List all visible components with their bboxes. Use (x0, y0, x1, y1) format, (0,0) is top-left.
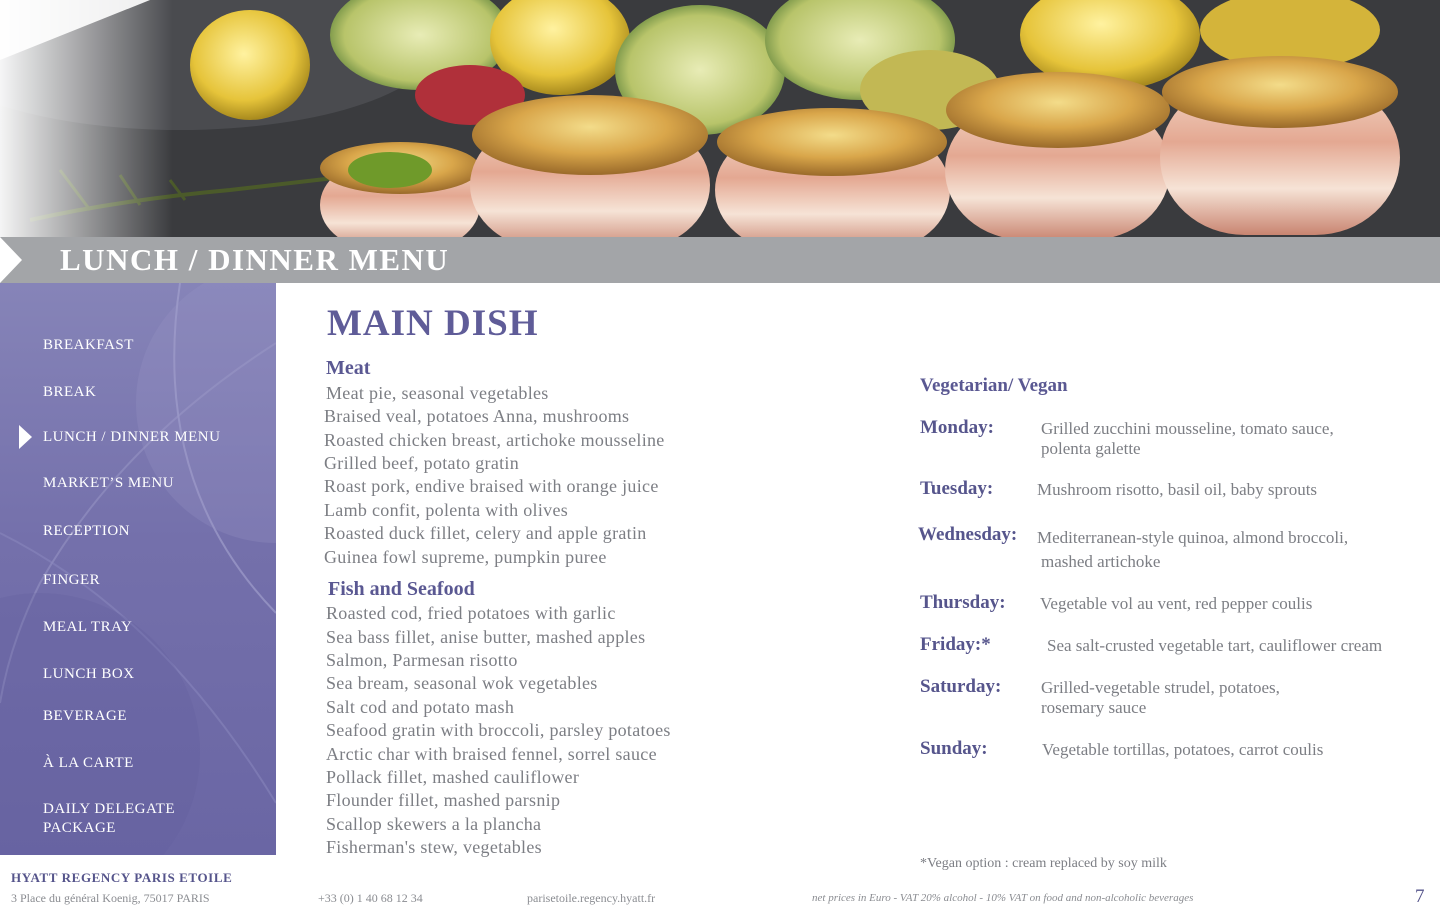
hotel-address: 3 Place du général Koenig, 75017 PARIS (11, 891, 210, 905)
sidebar-item-lunch-dinner-menu[interactable]: LUNCH / DINNER MENU (43, 428, 220, 447)
veg-dish-saturday: Grilled-vegetable strudel, potatoes, ros… (1041, 678, 1280, 718)
sidebar-item-meal-tray[interactable]: MEAL TRAY (43, 618, 132, 637)
vegan-footnote: *Vegan option : cream replaced by soy mi… (920, 856, 1167, 871)
sidebar-item-break[interactable]: BREAK (43, 383, 96, 402)
veg-dish-sunday: Vegetable tortillas, potatoes, carrot co… (1042, 740, 1324, 759)
veg-dish-friday: Sea salt-crusted vegetable tart, caulifl… (1047, 636, 1383, 655)
day-saturday: Saturday: (920, 676, 1002, 697)
list-item: Roasted duck fillet, celery and apple gr… (324, 523, 647, 543)
veg-dish-line: polenta galette (1041, 439, 1141, 458)
day-tuesday: Tuesday: (920, 478, 994, 499)
veg-dish-monday: Grilled zucchini mousseline, tomato sauc… (1041, 419, 1334, 459)
list-item: Guinea fowl supreme, pumpkin puree (324, 547, 607, 567)
list-item: Pollack fillet, mashed cauliflower (326, 767, 580, 787)
veg-dish-wednesday: Mediterranean-style quinoa, almond brocc… (1037, 526, 1348, 574)
page-heading: MAIN DISH (327, 303, 539, 344)
veg-dish-line: Grilled-vegetable strudel, potatoes, (1041, 678, 1280, 697)
day-thursday: Thursday: (920, 592, 1006, 613)
list-item: Meat pie, seasonal vegetables (326, 383, 549, 403)
veg-dish-line: rosemary sauce (1041, 698, 1147, 717)
sidebar-item-a-la-carte[interactable]: À LA CARTE (43, 754, 134, 773)
list-item: Fisherman's stew, vegetables (326, 837, 542, 857)
list-item: Salmon, Parmesan risotto (326, 650, 518, 670)
sidebar-item-finger[interactable]: FINGER (43, 571, 100, 590)
hotel-phone: +33 (0) 1 40 68 12 34 (318, 891, 423, 905)
active-arrow-icon (19, 425, 32, 449)
sidebar-item-label: DAILY DELEGATE (43, 801, 175, 817)
list-item: Roast pork, endive braised with orange j… (324, 476, 659, 496)
sidebar-item-beverage[interactable]: BEVERAGE (43, 707, 127, 726)
vegetarian-heading: Vegetarian/ Vegan (920, 375, 1068, 396)
veg-dish-line: Mediterranean-style quinoa, almond brocc… (1037, 528, 1349, 547)
sidebar-item-label-line2: PACKAGE (43, 820, 116, 836)
sidebar-decoration (0, 283, 276, 855)
list-item: Seafood gratin with broccoli, parsley po… (326, 720, 671, 740)
meat-heading: Meat (326, 357, 371, 379)
sidebar-nav: BREAKFAST BREAK LUNCH / DINNER MENU MARK… (0, 283, 276, 855)
list-item: Roasted cod, fried potatoes with garlic (326, 603, 616, 623)
sidebar-item-reception[interactable]: RECEPTION (43, 522, 130, 541)
list-item: Arctic char with braised fennel, sorrel … (326, 744, 657, 764)
veg-dish-tuesday: Mushroom risotto, basil oil, baby sprout… (1037, 480, 1318, 499)
list-item: Roasted chicken breast, artichoke mousse… (324, 430, 665, 450)
page-number: 7 (1415, 886, 1425, 907)
day-sunday: Sunday: (920, 738, 988, 759)
veg-dish-thursday: Vegetable vol au vent, red pepper coulis (1040, 594, 1313, 613)
banner-arrow-icon (0, 237, 22, 283)
list-item: Scallop skewers a la plancha (326, 814, 542, 834)
fish-heading: Fish and Seafood (328, 578, 475, 600)
list-item: Flounder fillet, mashed parsnip (326, 790, 561, 810)
section-title: LUNCH / DINNER MENU (60, 242, 450, 277)
list-item: Grilled beef, potato gratin (324, 453, 520, 473)
hero-photo (0, 0, 1440, 237)
hotel-website[interactable]: parisetoile.regency.hyatt.fr (527, 891, 655, 906)
sidebar-item-daily-delegate-package[interactable]: DAILY DELEGATE PACKAGE (43, 800, 175, 838)
veg-dish-line: mashed artichoke (1041, 552, 1161, 571)
hotel-name: HYATT REGENCY PARIS ETOILE (11, 870, 233, 885)
price-note: net prices in Euro - VAT 20% alcohol - 1… (812, 892, 1194, 904)
list-item: Sea bass fillet, anise butter, mashed ap… (326, 627, 646, 647)
list-item: Sea bream, seasonal wok vegetables (326, 673, 598, 693)
section-banner: LUNCH / DINNER MENU (0, 237, 1440, 283)
list-item: Salt cod and potato mash (326, 697, 515, 717)
list-item: Braised veal, potatoes Anna, mushrooms (324, 406, 630, 426)
list-item: Lamb confit, polenta with olives (324, 500, 569, 520)
day-monday: Monday: (920, 417, 994, 438)
day-friday: Friday:* (920, 634, 991, 655)
day-wednesday: Wednesday: (918, 524, 1018, 545)
sidebar-item-breakfast[interactable]: BREAKFAST (43, 336, 134, 355)
veg-dish-line: Grilled zucchini mousseline, tomato sauc… (1041, 419, 1334, 438)
sidebar-item-lunch-box[interactable]: LUNCH BOX (43, 665, 135, 684)
sidebar-item-markets-menu[interactable]: MARKET’S MENU (43, 474, 174, 493)
